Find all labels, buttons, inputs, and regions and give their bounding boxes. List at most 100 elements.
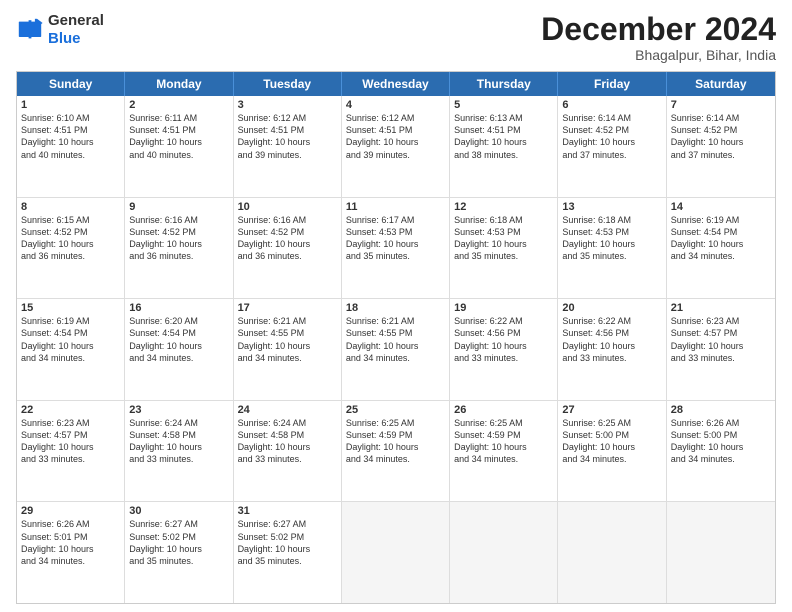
header-thursday: Thursday	[450, 72, 558, 96]
day-info: Sunrise: 6:22 AM Sunset: 4:56 PM Dayligh…	[454, 315, 553, 364]
day-number: 10	[238, 201, 337, 213]
cal-cell-3-3: 25Sunrise: 6:25 AM Sunset: 4:59 PM Dayli…	[342, 401, 450, 502]
day-info: Sunrise: 6:16 AM Sunset: 4:52 PM Dayligh…	[238, 214, 337, 263]
day-info: Sunrise: 6:27 AM Sunset: 5:02 PM Dayligh…	[238, 518, 337, 567]
cal-cell-3-6: 28Sunrise: 6:26 AM Sunset: 5:00 PM Dayli…	[667, 401, 775, 502]
cal-row-4: 29Sunrise: 6:26 AM Sunset: 5:01 PM Dayli…	[17, 501, 775, 603]
cal-cell-0-0: 1Sunrise: 6:10 AM Sunset: 4:51 PM Daylig…	[17, 96, 125, 197]
cal-cell-2-5: 20Sunrise: 6:22 AM Sunset: 4:56 PM Dayli…	[558, 299, 666, 400]
day-number: 2	[129, 99, 228, 111]
cal-cell-1-6: 14Sunrise: 6:19 AM Sunset: 4:54 PM Dayli…	[667, 198, 775, 299]
day-info: Sunrise: 6:11 AM Sunset: 4:51 PM Dayligh…	[129, 112, 228, 161]
day-number: 9	[129, 201, 228, 213]
cal-cell-2-4: 19Sunrise: 6:22 AM Sunset: 4:56 PM Dayli…	[450, 299, 558, 400]
day-number: 31	[238, 505, 337, 517]
day-number: 22	[21, 404, 120, 416]
day-number: 29	[21, 505, 120, 517]
logo-general: General	[48, 12, 104, 29]
day-info: Sunrise: 6:21 AM Sunset: 4:55 PM Dayligh…	[346, 315, 445, 364]
cal-cell-1-2: 10Sunrise: 6:16 AM Sunset: 4:52 PM Dayli…	[234, 198, 342, 299]
day-number: 27	[562, 404, 661, 416]
day-info: Sunrise: 6:23 AM Sunset: 4:57 PM Dayligh…	[21, 417, 120, 466]
cal-cell-2-3: 18Sunrise: 6:21 AM Sunset: 4:55 PM Dayli…	[342, 299, 450, 400]
cal-cell-4-6	[667, 502, 775, 603]
cal-cell-1-3: 11Sunrise: 6:17 AM Sunset: 4:53 PM Dayli…	[342, 198, 450, 299]
day-info: Sunrise: 6:10 AM Sunset: 4:51 PM Dayligh…	[21, 112, 120, 161]
header: General Blue December 2024 Bhagalpur, Bi…	[16, 12, 776, 63]
day-number: 3	[238, 99, 337, 111]
day-number: 13	[562, 201, 661, 213]
cal-cell-3-0: 22Sunrise: 6:23 AM Sunset: 4:57 PM Dayli…	[17, 401, 125, 502]
day-number: 1	[21, 99, 120, 111]
logo-icon	[16, 16, 44, 44]
day-info: Sunrise: 6:24 AM Sunset: 4:58 PM Dayligh…	[238, 417, 337, 466]
header-monday: Monday	[125, 72, 233, 96]
day-info: Sunrise: 6:19 AM Sunset: 4:54 PM Dayligh…	[21, 315, 120, 364]
day-info: Sunrise: 6:14 AM Sunset: 4:52 PM Dayligh…	[671, 112, 771, 161]
cal-cell-0-3: 4Sunrise: 6:12 AM Sunset: 4:51 PM Daylig…	[342, 96, 450, 197]
calendar-body: 1Sunrise: 6:10 AM Sunset: 4:51 PM Daylig…	[17, 96, 775, 603]
day-number: 21	[671, 302, 771, 314]
day-info: Sunrise: 6:24 AM Sunset: 4:58 PM Dayligh…	[129, 417, 228, 466]
day-info: Sunrise: 6:26 AM Sunset: 5:01 PM Dayligh…	[21, 518, 120, 567]
day-number: 14	[671, 201, 771, 213]
cal-row-2: 15Sunrise: 6:19 AM Sunset: 4:54 PM Dayli…	[17, 298, 775, 400]
day-info: Sunrise: 6:21 AM Sunset: 4:55 PM Dayligh…	[238, 315, 337, 364]
day-info: Sunrise: 6:14 AM Sunset: 4:52 PM Dayligh…	[562, 112, 661, 161]
cal-cell-2-2: 17Sunrise: 6:21 AM Sunset: 4:55 PM Dayli…	[234, 299, 342, 400]
cal-cell-0-6: 7Sunrise: 6:14 AM Sunset: 4:52 PM Daylig…	[667, 96, 775, 197]
day-info: Sunrise: 6:18 AM Sunset: 4:53 PM Dayligh…	[454, 214, 553, 263]
day-number: 7	[671, 99, 771, 111]
day-number: 30	[129, 505, 228, 517]
cal-cell-0-1: 2Sunrise: 6:11 AM Sunset: 4:51 PM Daylig…	[125, 96, 233, 197]
cal-cell-4-1: 30Sunrise: 6:27 AM Sunset: 5:02 PM Dayli…	[125, 502, 233, 603]
day-number: 5	[454, 99, 553, 111]
day-number: 17	[238, 302, 337, 314]
cal-cell-0-5: 6Sunrise: 6:14 AM Sunset: 4:52 PM Daylig…	[558, 96, 666, 197]
day-info: Sunrise: 6:23 AM Sunset: 4:57 PM Dayligh…	[671, 315, 771, 364]
cal-cell-4-4	[450, 502, 558, 603]
day-info: Sunrise: 6:25 AM Sunset: 5:00 PM Dayligh…	[562, 417, 661, 466]
cal-row-0: 1Sunrise: 6:10 AM Sunset: 4:51 PM Daylig…	[17, 96, 775, 197]
cal-cell-2-6: 21Sunrise: 6:23 AM Sunset: 4:57 PM Dayli…	[667, 299, 775, 400]
calendar: Sunday Monday Tuesday Wednesday Thursday…	[16, 71, 776, 604]
day-info: Sunrise: 6:25 AM Sunset: 4:59 PM Dayligh…	[454, 417, 553, 466]
cal-cell-1-4: 12Sunrise: 6:18 AM Sunset: 4:53 PM Dayli…	[450, 198, 558, 299]
header-saturday: Saturday	[667, 72, 775, 96]
calendar-header: Sunday Monday Tuesday Wednesday Thursday…	[17, 72, 775, 96]
cal-cell-1-0: 8Sunrise: 6:15 AM Sunset: 4:52 PM Daylig…	[17, 198, 125, 299]
logo-text: General Blue	[48, 12, 104, 48]
cal-cell-3-2: 24Sunrise: 6:24 AM Sunset: 4:58 PM Dayli…	[234, 401, 342, 502]
cal-cell-4-2: 31Sunrise: 6:27 AM Sunset: 5:02 PM Dayli…	[234, 502, 342, 603]
day-info: Sunrise: 6:17 AM Sunset: 4:53 PM Dayligh…	[346, 214, 445, 263]
location-title: Bhagalpur, Bihar, India	[541, 47, 776, 63]
day-info: Sunrise: 6:13 AM Sunset: 4:51 PM Dayligh…	[454, 112, 553, 161]
day-info: Sunrise: 6:12 AM Sunset: 4:51 PM Dayligh…	[238, 112, 337, 161]
header-tuesday: Tuesday	[234, 72, 342, 96]
day-info: Sunrise: 6:18 AM Sunset: 4:53 PM Dayligh…	[562, 214, 661, 263]
cal-cell-4-3	[342, 502, 450, 603]
month-title: December 2024	[541, 12, 776, 47]
day-info: Sunrise: 6:27 AM Sunset: 5:02 PM Dayligh…	[129, 518, 228, 567]
cal-cell-3-5: 27Sunrise: 6:25 AM Sunset: 5:00 PM Dayli…	[558, 401, 666, 502]
day-number: 4	[346, 99, 445, 111]
day-number: 25	[346, 404, 445, 416]
header-friday: Friday	[558, 72, 666, 96]
logo-blue: Blue	[48, 30, 81, 47]
day-number: 8	[21, 201, 120, 213]
day-number: 28	[671, 404, 771, 416]
cal-cell-4-5	[558, 502, 666, 603]
day-number: 15	[21, 302, 120, 314]
cal-cell-2-0: 15Sunrise: 6:19 AM Sunset: 4:54 PM Dayli…	[17, 299, 125, 400]
cal-cell-3-1: 23Sunrise: 6:24 AM Sunset: 4:58 PM Dayli…	[125, 401, 233, 502]
day-number: 23	[129, 404, 228, 416]
day-info: Sunrise: 6:15 AM Sunset: 4:52 PM Dayligh…	[21, 214, 120, 263]
cal-cell-0-4: 5Sunrise: 6:13 AM Sunset: 4:51 PM Daylig…	[450, 96, 558, 197]
day-number: 12	[454, 201, 553, 213]
cal-row-3: 22Sunrise: 6:23 AM Sunset: 4:57 PM Dayli…	[17, 400, 775, 502]
day-number: 18	[346, 302, 445, 314]
day-number: 26	[454, 404, 553, 416]
logo: General Blue	[16, 12, 104, 48]
cal-cell-1-1: 9Sunrise: 6:16 AM Sunset: 4:52 PM Daylig…	[125, 198, 233, 299]
day-number: 19	[454, 302, 553, 314]
